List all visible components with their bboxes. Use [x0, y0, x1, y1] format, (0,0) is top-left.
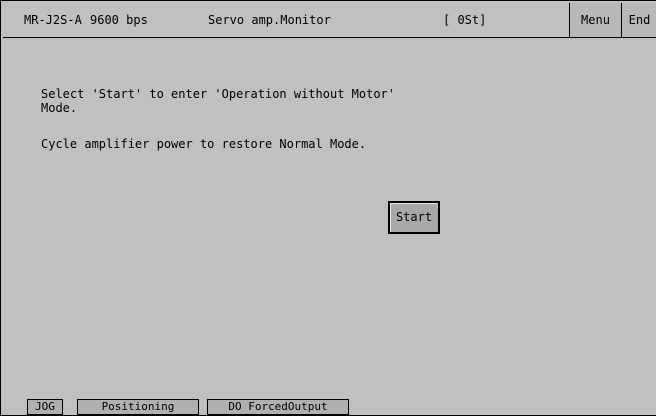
- screen-title: Servo amp.Monitor: [208, 13, 331, 27]
- do-forced-output-button[interactable]: DO ForcedOutput: [207, 399, 349, 415]
- jog-button[interactable]: JOG: [27, 399, 63, 415]
- menu-button[interactable]: Menu: [569, 3, 621, 37]
- positioning-button[interactable]: Positioning: [77, 399, 199, 415]
- instruction-text-line3: Cycle amplifier power to restore Normal …: [41, 137, 367, 151]
- mode-indicator: [ 0St]: [443, 13, 487, 27]
- hmi-screen: MR-J2S-A 9600 bps Servo amp.Monitor [ 0S…: [0, 0, 656, 416]
- start-button[interactable]: Start: [388, 201, 440, 234]
- instruction-text-line2: Mode.: [41, 101, 78, 115]
- baud-rate: 9600 bps: [90, 13, 148, 27]
- instruction-text-line1: Select 'Start' to enter 'Operation witho…: [41, 87, 396, 101]
- amplifier-model: MR-J2S-A: [24, 13, 82, 27]
- end-button[interactable]: End: [621, 3, 656, 37]
- title-bar: MR-J2S-A 9600 bps Servo amp.Monitor [ 0S…: [3, 3, 656, 38]
